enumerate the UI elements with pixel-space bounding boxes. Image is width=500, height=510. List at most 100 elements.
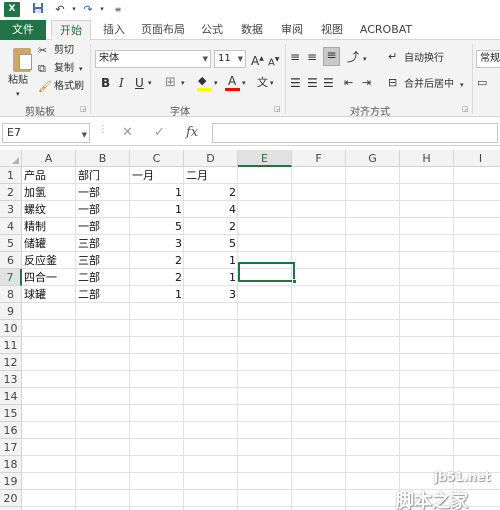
fill-color-button[interactable]: ◆ [197, 74, 213, 92]
cell-C8[interactable]: 1 [130, 286, 184, 303]
align-bottom-icon[interactable]: ≡ [323, 47, 340, 66]
cell-A5[interactable]: 储罐 [22, 235, 76, 252]
cell-C4[interactable]: 5 [130, 218, 184, 235]
orientation-dropdown-icon[interactable]: ▾ [363, 52, 367, 66]
column-header-A[interactable]: A [22, 150, 76, 167]
cell-B5[interactable]: 三部 [76, 235, 130, 252]
number-format-select[interactable]: 常规 [476, 50, 500, 68]
cell-A3[interactable]: 螺纹 [22, 201, 76, 218]
row-header-5[interactable]: 5 [0, 235, 22, 252]
row-header-8[interactable]: 8 [0, 286, 22, 303]
align-left-icon[interactable]: ☰ [290, 76, 301, 90]
font-launcher-icon[interactable]: ◲ [274, 105, 281, 113]
cell-B3[interactable]: 一部 [76, 201, 130, 218]
tab-formulas[interactable]: 公式 [194, 20, 230, 40]
row-header-7[interactable]: 7 [0, 269, 22, 286]
cancel-button[interactable]: ✕ [122, 124, 133, 142]
tab-data[interactable]: 数据 [234, 20, 270, 40]
cell-D6[interactable]: 1 [184, 252, 238, 269]
align-top-icon[interactable]: ≡ [290, 50, 300, 64]
active-cell-E7[interactable] [238, 262, 295, 282]
row-header-4[interactable]: 4 [0, 218, 22, 235]
wrap-text-button[interactable]: 自动换行 [404, 52, 444, 66]
format-painter-button[interactable]: 格式刷 [54, 80, 84, 94]
enter-button[interactable]: ✓ [154, 124, 165, 142]
row-header-18[interactable]: 18 [0, 456, 22, 473]
column-header-E[interactable]: E [238, 150, 292, 167]
increase-indent-icon[interactable]: ⇥ [362, 76, 371, 90]
column-header-D[interactable]: D [184, 150, 238, 167]
row-header-17[interactable]: 17 [0, 439, 22, 456]
cell-D4[interactable]: 2 [184, 218, 238, 235]
cell-B6[interactable]: 三部 [76, 252, 130, 269]
cell-D2[interactable]: 2 [184, 184, 238, 201]
worksheet-grid[interactable]: ABCDEFGHI 1 2 3 4 5 6 7 8 9 10 11 12 13 14 15 16 17 18 19 2… [0, 150, 500, 510]
row-header-14[interactable]: 14 [0, 388, 22, 405]
clipboard-launcher-icon[interactable]: ◲ [80, 105, 87, 113]
cell-B8[interactable]: 二部 [76, 286, 130, 303]
insert-function-button[interactable]: fx [186, 124, 198, 142]
paste-button[interactable]: 粘贴 ▾ [4, 43, 34, 99]
cell-D8[interactable]: 3 [184, 286, 238, 303]
customize-quick-access-icon[interactable]: ≡ [110, 2, 126, 17]
merge-dropdown-icon[interactable]: ▾ [460, 78, 464, 92]
cell-A4[interactable]: 精制 [22, 218, 76, 235]
cell-D3[interactable]: 4 [184, 201, 238, 218]
tab-page-layout[interactable]: 页面布局 [136, 20, 190, 40]
cell-B7[interactable]: 二部 [76, 269, 130, 286]
font-size-select[interactable]: 11 ▼ [214, 50, 246, 68]
tab-acrobat[interactable]: ACROBAT [354, 20, 418, 40]
cell-A7[interactable]: 四合一 [22, 269, 76, 286]
row-header-12[interactable]: 12 [0, 354, 22, 371]
row-header-15[interactable]: 15 [0, 405, 22, 422]
row-header-2[interactable]: 2 [0, 184, 22, 201]
formula-input[interactable] [212, 123, 498, 143]
phonetic-dropdown-icon[interactable]: ▾ [270, 76, 274, 90]
font-color-button[interactable]: A [225, 74, 241, 92]
copy-button[interactable]: 复制 [54, 62, 74, 76]
tab-review[interactable]: 审阅 [274, 20, 310, 40]
borders-icon[interactable]: ⊞ [165, 76, 176, 90]
cell-A2[interactable]: 加氢 [22, 184, 76, 201]
column-header-I[interactable]: I [454, 150, 500, 167]
cell-B2[interactable]: 一部 [76, 184, 130, 201]
cell-C1[interactable]: 一月 [130, 167, 184, 184]
align-right-icon[interactable]: ☰ [323, 76, 334, 90]
save-icon[interactable] [30, 2, 46, 17]
cell-C5[interactable]: 3 [130, 235, 184, 252]
row-header-1[interactable]: 1 [0, 167, 22, 184]
cell-D5[interactable]: 5 [184, 235, 238, 252]
cut-button[interactable]: 剪切 [54, 44, 74, 58]
align-middle-icon[interactable]: ≡ [307, 50, 317, 64]
font-color-dropdown-icon[interactable]: ▾ [242, 76, 246, 90]
cell-C2[interactable]: 1 [130, 184, 184, 201]
select-all-button[interactable] [0, 150, 22, 167]
merge-center-button[interactable]: 合并后居中 [404, 78, 454, 92]
column-header-F[interactable]: F [292, 150, 346, 167]
font-name-select[interactable]: 宋体 ▼ [95, 50, 211, 68]
cell-C7[interactable]: 2 [130, 269, 184, 286]
row-header-10[interactable]: 10 [0, 320, 22, 337]
cell-A6[interactable]: 反应釜 [22, 252, 76, 269]
redo-dropdown-icon[interactable]: ▾ [94, 2, 110, 17]
tab-view[interactable]: 视图 [314, 20, 350, 40]
row-header-20[interactable]: 20 [0, 490, 22, 507]
cell-B1[interactable]: 部门 [76, 167, 130, 184]
phonetic-guide-button[interactable]: 文 [257, 76, 268, 90]
row-header-3[interactable]: 3 [0, 201, 22, 218]
tab-insert[interactable]: 插入 [96, 20, 132, 40]
row-header-9[interactable]: 9 [0, 303, 22, 320]
bold-button[interactable]: B [101, 76, 110, 90]
underline-dropdown-icon[interactable]: ▾ [148, 76, 152, 90]
accounting-format-icon[interactable]: ▭ [477, 76, 487, 90]
cell-D7[interactable]: 1 [184, 269, 238, 286]
underline-button[interactable]: U [135, 76, 144, 90]
row-header-16[interactable]: 16 [0, 422, 22, 439]
copy-dropdown-icon[interactable]: ▾ [79, 62, 83, 76]
tab-file[interactable]: 文件 [0, 20, 46, 40]
cell-C3[interactable]: 1 [130, 201, 184, 218]
tab-home[interactable]: 开始 [51, 20, 91, 41]
orientation-icon[interactable]: ⤴ [347, 50, 359, 64]
alignment-launcher-icon[interactable]: ◲ [462, 105, 469, 113]
fill-handle[interactable] [292, 279, 297, 284]
